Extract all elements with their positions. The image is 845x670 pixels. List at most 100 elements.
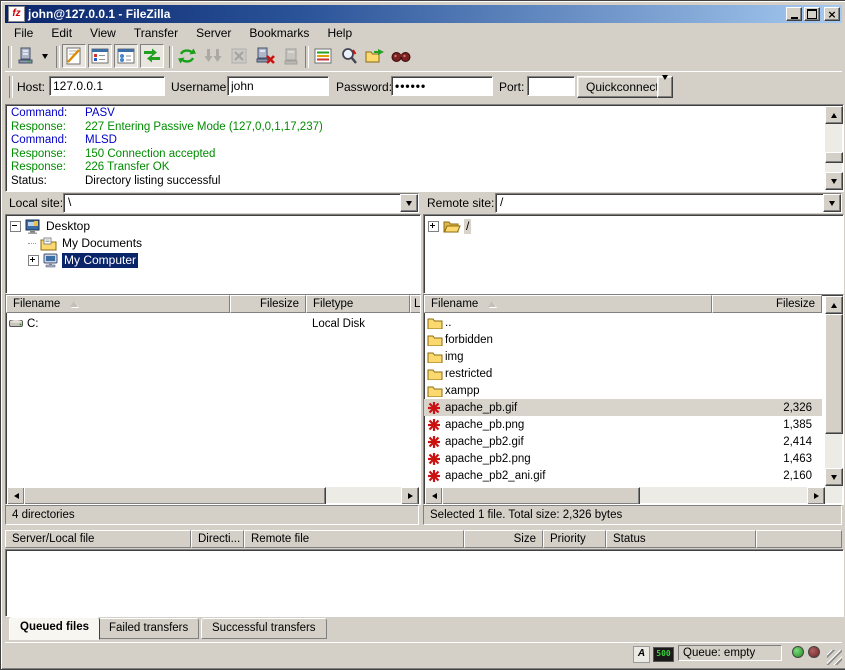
queue-column-size[interactable]: Size <box>464 530 543 548</box>
scroll-left-button[interactable] <box>7 487 25 505</box>
local-column-filetype[interactable]: Filetype <box>306 295 410 313</box>
tab-queued-files[interactable]: Queued files <box>9 617 100 640</box>
refresh-button[interactable] <box>175 44 199 68</box>
tab-failed-transfers[interactable]: Failed transfers <box>98 618 199 639</box>
local-status-bar: 4 directories <box>5 505 419 525</box>
queue-column-remote-file[interactable]: Remote file <box>244 530 464 548</box>
send-activity-led <box>808 646 820 658</box>
remote-column-filesize[interactable]: Filesize <box>712 295 822 313</box>
expand-icon[interactable] <box>428 221 439 232</box>
tree-item-root[interactable]: / <box>428 218 471 235</box>
tree-item-my-computer[interactable]: My Computer <box>28 252 138 269</box>
host-input[interactable] <box>49 76 165 96</box>
arrow-up-icon <box>831 113 837 118</box>
local-column-filename[interactable]: Filename <box>6 295 230 313</box>
quickconnect-bar: Host: Username: Password: Port: Quickcon… <box>5 72 842 102</box>
scroll-right-button[interactable] <box>401 487 419 505</box>
scroll-thumb[interactable] <box>24 487 326 505</box>
local-site-bar: Local site: \ <box>5 193 419 213</box>
local-list-hscrollbar[interactable] <box>7 487 419 503</box>
filter-button[interactable] <box>311 44 335 68</box>
close-button[interactable]: × <box>824 7 840 21</box>
binoculars-icon <box>391 49 411 63</box>
remote-site-dropdown[interactable] <box>823 194 841 212</box>
toggle-local-tree-button[interactable] <box>88 44 112 68</box>
transfer-type-icon[interactable]: A <box>633 646 650 663</box>
scroll-down-button[interactable] <box>825 468 843 486</box>
queue-column-direction[interactable]: Directi... <box>191 530 244 548</box>
queue-tabs: Queued files Failed transfers Successful… <box>5 617 842 639</box>
remote-file-row-selected[interactable]: apache_pb.gif 2,326 <box>424 399 822 416</box>
local-site-combo[interactable]: \ <box>63 193 419 213</box>
tree-item-desktop[interactable]: Desktop <box>10 218 92 235</box>
reconnect-button[interactable] <box>279 44 303 68</box>
remote-file-row[interactable]: apache_pb2.png 1,463 <box>424 450 822 467</box>
site-manager-dropdown[interactable] <box>38 44 51 68</box>
speed-limit-icon[interactable]: 500 <box>653 647 674 662</box>
scroll-right-button[interactable] <box>807 487 825 505</box>
queue-column-status[interactable]: Status <box>606 530 756 548</box>
scroll-thumb[interactable] <box>825 152 843 163</box>
remote-file-row[interactable]: apache_pb2.gif 2,414 <box>424 433 822 450</box>
username-input[interactable] <box>227 76 329 96</box>
queue-column-server-local-file[interactable]: Server/Local file <box>5 530 191 548</box>
scroll-thumb[interactable] <box>825 314 843 434</box>
minimize-button[interactable] <box>786 7 802 21</box>
collapse-icon[interactable] <box>10 221 21 232</box>
sync-browsing-button[interactable] <box>363 44 387 68</box>
scroll-up-button[interactable] <box>825 296 843 314</box>
toggle-queue-button[interactable] <box>140 44 164 68</box>
remote-column-filename[interactable]: Filename <box>424 295 712 313</box>
menu-server[interactable]: Server <box>187 25 240 41</box>
scroll-down-button[interactable] <box>825 172 843 190</box>
scroll-left-button[interactable] <box>425 487 443 505</box>
remote-file-row[interactable]: .. <box>424 314 822 331</box>
resize-grip[interactable] <box>827 650 842 665</box>
scroll-thumb[interactable] <box>442 487 640 505</box>
remote-file-row[interactable]: restricted <box>424 365 822 382</box>
image-file-icon <box>424 469 445 483</box>
remote-file-row[interactable]: apache_pb.png 1,385 <box>424 416 822 433</box>
quickconnect-button[interactable]: Quickconnect <box>577 76 668 98</box>
tree-item-my-documents[interactable]: My Documents <box>28 235 144 252</box>
search-button[interactable] <box>389 44 413 68</box>
remote-file-row[interactable]: forbidden <box>424 331 822 348</box>
toggle-message-log-button[interactable] <box>62 44 86 68</box>
log-scrollbar[interactable] <box>825 106 842 190</box>
menu-transfer[interactable]: Transfer <box>125 25 187 41</box>
scroll-up-button[interactable] <box>825 106 843 124</box>
remote-file-row[interactable]: xampp <box>424 382 822 399</box>
menu-help[interactable]: Help <box>318 25 361 41</box>
local-column-filesize[interactable]: Filesize <box>230 295 306 313</box>
cancel-button[interactable] <box>227 44 251 68</box>
remote-site-combo[interactable]: / <box>495 193 842 213</box>
local-file-row[interactable]: C: Local Disk <box>6 315 418 332</box>
tab-successful-transfers[interactable]: Successful transfers <box>201 618 327 639</box>
queue-body[interactable] <box>5 549 844 617</box>
compare-button[interactable] <box>337 44 361 68</box>
menu-bookmarks[interactable]: Bookmarks <box>240 25 318 41</box>
toggle-remote-tree-button[interactable] <box>114 44 138 68</box>
remote-list-hscrollbar[interactable] <box>425 487 825 503</box>
menu-file[interactable]: File <box>5 25 42 41</box>
process-queue-button[interactable] <box>201 44 225 68</box>
password-input[interactable] <box>391 76 493 96</box>
remote-tree: / <box>423 214 844 294</box>
port-input[interactable] <box>527 76 575 96</box>
toolbar <box>5 43 842 72</box>
local-column-last-modified[interactable]: L <box>410 295 421 313</box>
remote-file-row[interactable]: img <box>424 348 822 365</box>
remote-file-row[interactable]: apache_pb2_ani.gif 2,160 <box>424 467 822 484</box>
site-manager-button[interactable] <box>13 44 37 68</box>
queue-header: Server/Local file Directi... Remote file… <box>5 530 842 549</box>
disconnect-button[interactable] <box>253 44 277 68</box>
quickconnect-dropdown[interactable] <box>657 76 673 98</box>
expand-icon[interactable] <box>28 255 39 266</box>
menu-view[interactable]: View <box>81 25 125 41</box>
local-site-dropdown[interactable] <box>400 194 418 212</box>
menu-edit[interactable]: Edit <box>42 25 81 41</box>
queue-column-priority[interactable]: Priority <box>543 530 606 548</box>
remote-list-vscrollbar[interactable] <box>825 296 842 503</box>
maximize-button[interactable] <box>804 7 820 21</box>
quickconnect-grip <box>9 76 13 98</box>
